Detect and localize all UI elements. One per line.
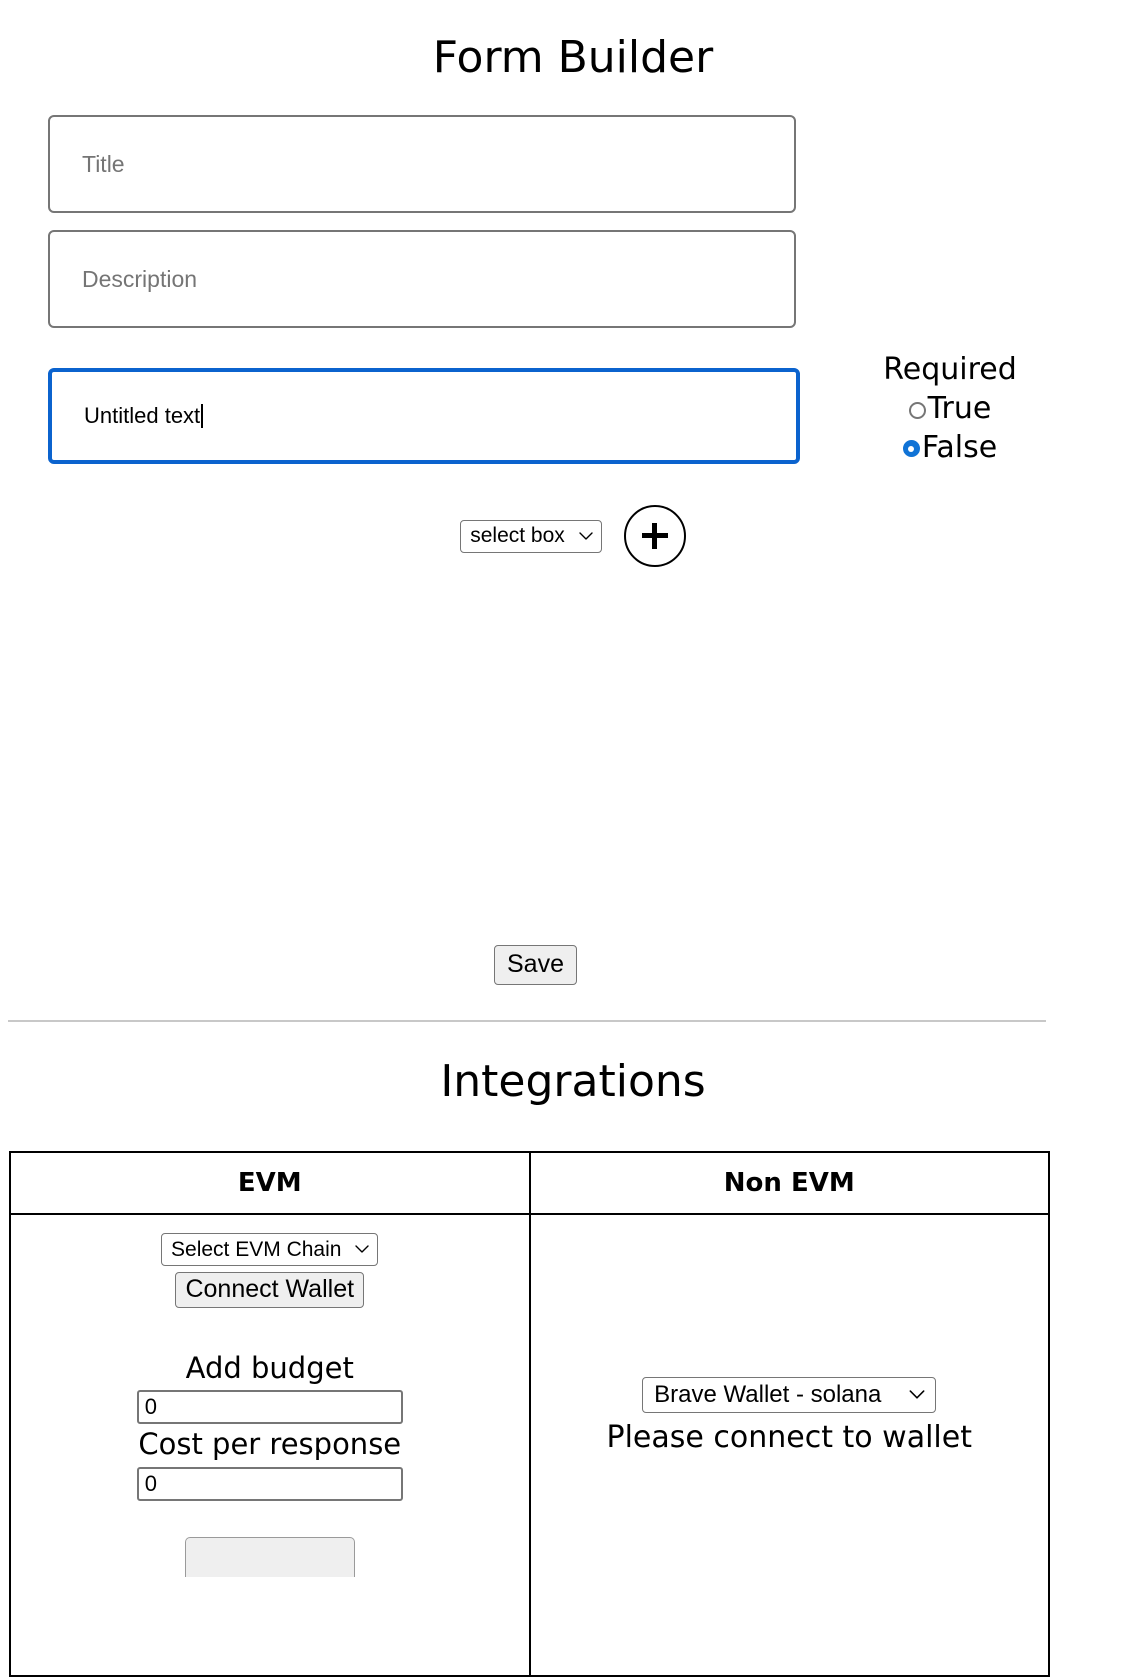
column-header-non-evm: Non EVM (528, 1151, 1050, 1215)
cost-per-response-value: 0 (144, 1470, 157, 1496)
page-title: Form Builder (432, 32, 714, 83)
radio-checked-icon[interactable] (902, 440, 920, 458)
non-evm-wallet-select-value: Brave Wallet - solana (654, 1381, 882, 1408)
evm-chain-select[interactable]: Select EVM Chain (161, 1233, 379, 1266)
required-radio-group: Required True False (845, 352, 1055, 465)
add-field-row: select box (0, 505, 1146, 567)
evm-chain-select-value: Select EVM Chain (171, 1237, 342, 1261)
integrations-table: EVM Non EVM Select EVM Chain Connect Wal… (9, 1151, 1050, 1677)
text-cursor (201, 404, 203, 428)
cost-per-response-label: Cost per response (138, 1427, 402, 1462)
cost-per-response-input[interactable]: 0 (136, 1466, 403, 1501)
radio-unchecked-icon[interactable] (908, 401, 926, 419)
title-input-placeholder: Title (82, 150, 125, 177)
question-text-value: Untitled text (84, 403, 201, 428)
required-option-false-label: False (921, 429, 998, 465)
non-evm-wallet-select[interactable]: Brave Wallet - solana (642, 1377, 937, 1413)
chevron-down-icon (579, 531, 593, 541)
add-budget-value: 0 (144, 1394, 157, 1420)
table-header-row: EVM Non EVM (9, 1151, 1050, 1215)
evm-cell: Select EVM Chain Connect Wallet Add budg… (9, 1213, 531, 1677)
integrations-title: Integrations (440, 1056, 706, 1107)
evm-controls: Select EVM Chain Connect Wallet Add budg… (11, 1233, 529, 1577)
add-budget-label: Add budget (185, 1351, 354, 1385)
add-question-button[interactable] (623, 505, 686, 567)
evm-submit-button-partial[interactable] (184, 1536, 355, 1577)
question-text-input[interactable]: Untitled text (48, 368, 800, 464)
add-budget-input[interactable]: 0 (136, 1390, 403, 1425)
field-type-select-value: select box (470, 524, 565, 547)
description-input-placeholder: Description (82, 265, 198, 292)
title-input[interactable]: Title (48, 115, 796, 213)
non-evm-controls: Brave Wallet - solana Please connect to … (531, 1215, 1049, 1457)
chevron-down-icon (355, 1245, 370, 1254)
form-builder-page: Form Builder Title Description Untitled … (0, 0, 1146, 1677)
required-option-true[interactable]: True (845, 391, 1055, 427)
save-button[interactable]: Save (494, 945, 577, 985)
field-type-select[interactable]: select box (460, 519, 602, 553)
required-label: Required (883, 352, 1017, 387)
plus-icon (641, 523, 668, 549)
table-row: Select EVM Chain Connect Wallet Add budg… (9, 1213, 1050, 1677)
connect-wallet-button[interactable]: Connect Wallet (175, 1272, 365, 1308)
required-option-false[interactable]: False (845, 429, 1055, 466)
description-input[interactable]: Description (48, 230, 796, 328)
non-evm-cell: Brave Wallet - solana Please connect to … (528, 1213, 1050, 1677)
wallet-status-message: Please connect to wallet (606, 1420, 972, 1455)
chevron-down-icon (909, 1390, 925, 1400)
column-header-evm: EVM (9, 1151, 531, 1215)
section-divider (8, 1020, 1046, 1022)
required-option-true-label: True (927, 391, 992, 426)
